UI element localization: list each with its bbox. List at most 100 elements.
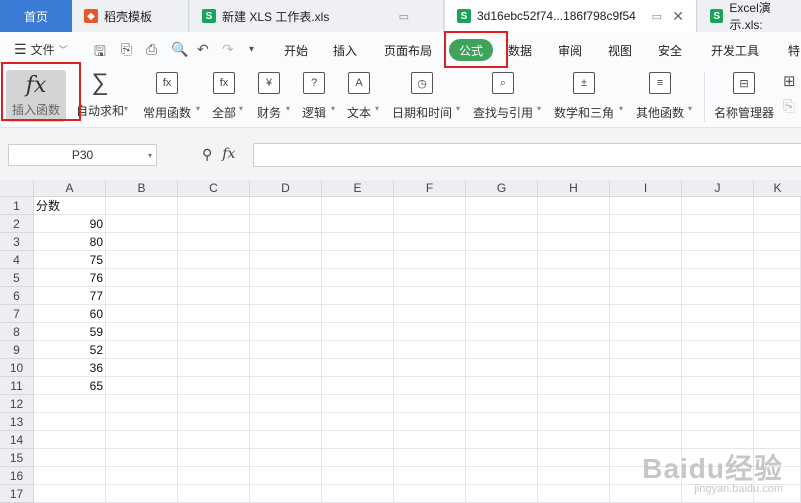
row-header[interactable]: 11 [0,377,34,395]
grid-cell[interactable] [466,485,538,503]
cell-score-value[interactable]: 52 [34,341,106,359]
grid-cell[interactable] [178,323,250,341]
chevron-down-icon[interactable]: ▾ [331,104,335,113]
grid-cell[interactable] [538,413,610,431]
grid-cell[interactable] [754,359,801,377]
column-header-c[interactable]: C [178,180,250,197]
autosum-button[interactable]: ∑ 自动求和 [76,71,124,119]
grid-cell[interactable] [106,197,178,215]
grid-cell[interactable] [466,233,538,251]
grid-cell[interactable] [394,467,466,485]
grid-cell[interactable] [106,287,178,305]
grid-cell[interactable] [106,431,178,449]
grid-cell[interactable] [106,233,178,251]
grid-cell[interactable] [322,215,394,233]
grid-cell[interactable] [250,359,322,377]
grid-cell[interactable] [34,413,106,431]
grid-cell[interactable] [250,377,322,395]
lookup-button[interactable]: ⌕ 查找与引用 [473,72,533,121]
grid-cell[interactable] [394,485,466,503]
column-header-f[interactable]: F [394,180,466,197]
cell-score-value[interactable]: 65 [34,377,106,395]
grid-cell[interactable] [538,467,610,485]
grid-cell[interactable] [754,305,801,323]
grid-cell[interactable] [322,341,394,359]
cell-header-score[interactable]: 分数 [34,197,106,215]
grid-cell[interactable] [682,251,754,269]
grid-cell[interactable] [106,323,178,341]
grid-cell[interactable] [106,377,178,395]
grid-cell[interactable] [538,251,610,269]
tab-excel-demo[interactable]: S Excel演示.xls: [698,0,801,32]
grid-cell[interactable] [538,431,610,449]
grid-cell[interactable] [538,341,610,359]
grid-cell[interactable] [754,251,801,269]
grid-cell[interactable] [106,449,178,467]
formula-input[interactable] [253,143,801,167]
zoom-icon[interactable]: ⚲ [202,146,212,163]
row-header[interactable]: 12 [0,395,34,413]
grid-cell[interactable] [106,251,178,269]
grid-cell[interactable] [322,287,394,305]
chevron-down-icon[interactable]: ▾ [239,104,243,113]
grid-cell[interactable] [178,467,250,485]
grid-cell[interactable] [106,341,178,359]
grid-cell[interactable] [106,467,178,485]
row-header[interactable]: 10 [0,359,34,377]
grid-cell[interactable] [34,395,106,413]
grid-cell[interactable] [322,359,394,377]
menu-page-layout[interactable]: 页面布局 [384,42,432,59]
row-header[interactable]: 5 [0,269,34,287]
grid-cell[interactable] [538,395,610,413]
grid-cell[interactable] [610,413,682,431]
cell-score-value[interactable]: 80 [34,233,106,251]
insert-function-button[interactable]: fx 插入函数 [6,70,66,122]
grid-cell[interactable] [322,395,394,413]
grid-cell[interactable] [178,251,250,269]
grid-cell[interactable] [538,197,610,215]
grid-cell[interactable] [538,485,610,503]
grid-cell[interactable] [610,269,682,287]
grid-cell[interactable] [682,215,754,233]
grid-cell[interactable] [322,251,394,269]
undo-icon[interactable]: ↶ [197,41,209,58]
grid-cell[interactable] [250,431,322,449]
grid-cell[interactable] [178,431,250,449]
cell-score-value[interactable]: 59 [34,323,106,341]
grid-cell[interactable] [682,395,754,413]
column-header-b[interactable]: B [106,180,178,197]
grid-cell[interactable] [754,287,801,305]
grid-cell[interactable] [754,215,801,233]
logic-button[interactable]: ? 逻辑 [302,72,326,121]
grid-cell[interactable] [682,287,754,305]
grid-cell[interactable] [538,305,610,323]
grid-cell[interactable] [682,377,754,395]
cell-score-value[interactable]: 36 [34,359,106,377]
column-header-h[interactable]: H [538,180,610,197]
grid-cell[interactable] [394,449,466,467]
grid-cell[interactable] [754,323,801,341]
grid-cell[interactable] [610,395,682,413]
name-manager-button[interactable]: ⊟ 名称管理器 [714,72,774,121]
grid-cell[interactable] [466,449,538,467]
file-menu[interactable]: ☰ 文件 ﹀ [14,41,68,58]
column-header-e[interactable]: E [322,180,394,197]
grid-cell[interactable] [466,413,538,431]
row-header[interactable]: 14 [0,431,34,449]
column-header-g[interactable]: G [466,180,538,197]
grid-cell[interactable] [34,431,106,449]
tab-new-xls[interactable]: S 新建 XLS 工作表.xls ▭ [190,0,444,32]
cell-score-value[interactable]: 90 [34,215,106,233]
grid-cell[interactable] [538,449,610,467]
print-preview-icon[interactable]: 🔍 [171,41,188,58]
chevron-down-icon[interactable]: ▾ [537,104,541,113]
grid-cell[interactable] [106,359,178,377]
monitor-icon[interactable]: ▭ [399,10,409,23]
grid-cell[interactable] [466,323,538,341]
tab-3d16ebc[interactable]: S 3d16ebc52f74...186f798c9f54 ▭ ✕ [445,0,697,32]
datetime-button[interactable]: ◷ 日期和时间 [392,72,452,121]
math-button[interactable]: ± 数学和三角 [554,72,614,121]
chevron-down-icon[interactable]: ▾ [456,104,460,113]
grid-cell[interactable] [538,377,610,395]
grid-cell[interactable] [322,233,394,251]
